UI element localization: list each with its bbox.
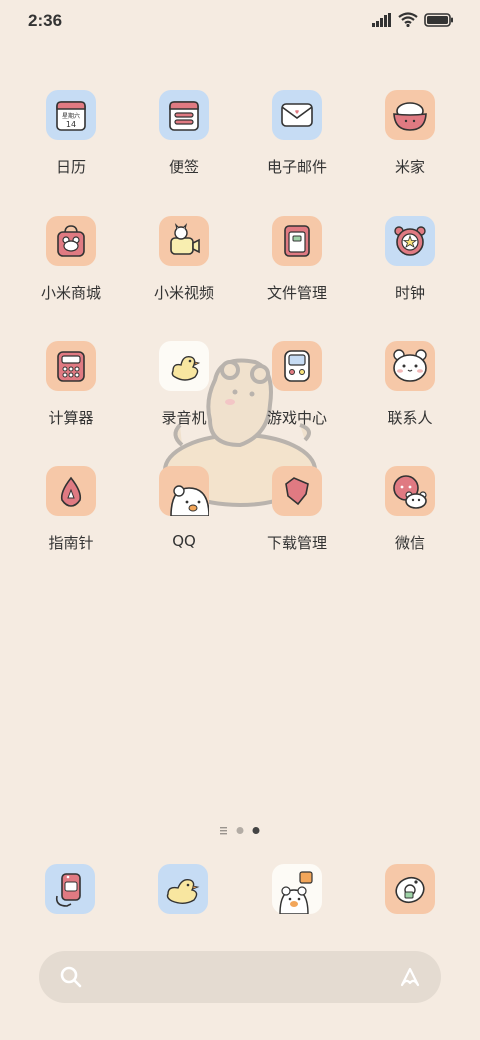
- app-label: 电子邮件: [266, 158, 327, 176]
- dock-camera[interactable]: [385, 864, 435, 914]
- assistant-icon[interactable]: [397, 964, 423, 990]
- calculator-icon: [46, 341, 96, 391]
- status-icons: [372, 12, 454, 27]
- app-row: 星期六 14 日历 便签 电子邮件 米家: [0, 90, 480, 210]
- compass-icon: [46, 466, 96, 516]
- app-mi-store[interactable]: 小米商城: [16, 216, 126, 326]
- page-dot-active: [252, 827, 260, 834]
- app-clock[interactable]: 时钟: [355, 216, 465, 326]
- app-label: 时钟: [394, 284, 425, 302]
- svg-text:星期六: 星期六: [62, 112, 80, 120]
- app-notes[interactable]: 便签: [129, 90, 239, 200]
- search-icon: [60, 966, 82, 988]
- svg-text:14: 14: [66, 120, 76, 129]
- app-recorder[interactable]: 录音机: [129, 341, 239, 451]
- mail-icon: [272, 90, 322, 140]
- app-compass[interactable]: 指南针: [16, 466, 126, 576]
- dock-messages[interactable]: [158, 864, 208, 914]
- app-row: 指南针 QQ 下载管理 微信: [0, 466, 480, 586]
- clock-icon: [385, 216, 435, 266]
- app-label: 下载管理: [266, 534, 327, 552]
- dock: [0, 864, 480, 916]
- status-time: 2:36: [28, 11, 63, 30]
- battery-icon: [424, 12, 453, 27]
- app-label: 小米商城: [40, 284, 101, 302]
- search-bar[interactable]: [39, 951, 441, 1003]
- app-mijia[interactable]: 米家: [355, 90, 465, 200]
- messages-duck-icon: [166, 878, 200, 904]
- app-row: 计算器 录音机 游戏中心 联系人: [0, 341, 480, 461]
- shopping-bag-icon: [46, 216, 96, 266]
- app-mi-video[interactable]: 小米视频: [129, 216, 239, 326]
- dock-phone[interactable]: [45, 864, 95, 914]
- qq-bear-icon: [159, 466, 209, 516]
- app-label: 日历: [55, 158, 86, 176]
- file-folder-icon: [272, 216, 322, 266]
- app-label: 指南针: [48, 534, 94, 552]
- app-contacts[interactable]: 联系人: [355, 341, 465, 451]
- page-indicator[interactable]: [0, 822, 480, 838]
- recorder-duck-icon: [159, 341, 209, 391]
- home-menu-icon: [220, 827, 227, 835]
- app-row: 小米商城 小米视频 文件管理 时钟: [0, 216, 480, 336]
- video-camera-icon: [159, 216, 209, 266]
- app-file-manager[interactable]: 文件管理: [242, 216, 352, 326]
- download-icon: [272, 466, 322, 516]
- app-label: 游戏中心: [266, 409, 327, 427]
- rice-bowl-icon: [385, 90, 435, 140]
- gallery-bears-icon: [279, 871, 313, 914]
- app-label: 微信: [394, 534, 425, 552]
- page-dot: [236, 827, 244, 834]
- app-calendar[interactable]: 星期六 14 日历: [16, 90, 126, 200]
- calendar-icon: 星期六 14: [46, 90, 96, 140]
- app-label: 便签: [168, 158, 199, 176]
- phone-icon: [55, 873, 81, 907]
- wifi-icon: [398, 12, 418, 27]
- app-wechat[interactable]: 微信: [355, 466, 465, 576]
- status-bar: 2:36: [0, 0, 480, 42]
- app-qq[interactable]: QQ: [129, 466, 239, 576]
- app-calculator[interactable]: 计算器: [16, 341, 126, 451]
- app-label: 米家: [394, 158, 425, 176]
- app-label: 文件管理: [266, 284, 327, 302]
- app-label: 计算器: [48, 409, 94, 427]
- camera-icon: [395, 876, 425, 904]
- dock-gallery[interactable]: [272, 864, 322, 914]
- app-label: 联系人: [387, 409, 433, 427]
- app-download-manager[interactable]: 下载管理: [242, 466, 352, 576]
- app-label: 录音机: [161, 409, 207, 427]
- contacts-bear-icon: [385, 341, 435, 391]
- app-label: QQ: [172, 532, 196, 550]
- app-game-center[interactable]: 游戏中心: [242, 341, 352, 451]
- game-controller-icon: [272, 341, 322, 391]
- signal-icon: [372, 12, 391, 27]
- wechat-bear-icon: [385, 466, 435, 516]
- notes-icon: [159, 90, 209, 140]
- app-label: 小米视频: [153, 284, 214, 302]
- app-mail[interactable]: 电子邮件: [242, 90, 352, 200]
